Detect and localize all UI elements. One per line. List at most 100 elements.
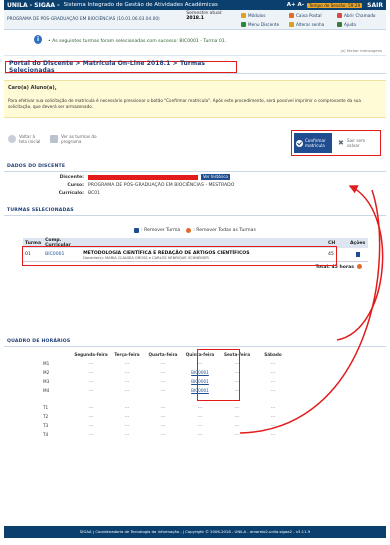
- quick-link-1[interactable]: Caixa Postal: [289, 11, 335, 20]
- schedule-header-row: Segunda-feira Terça-feira Quarta-feira Quin…: [43, 350, 291, 359]
- header-actions: Ações: [348, 238, 368, 248]
- schedule-hour: M3: [43, 379, 50, 384]
- trash-icon: [134, 228, 140, 233]
- schedule-empty-slot: ---: [234, 432, 240, 437]
- schedule-empty-slot: ---: [124, 388, 130, 393]
- view-program-label-2: programa: [61, 139, 82, 144]
- back-arrow-icon: [8, 135, 16, 143]
- schedule-day-header: Terça-feira: [114, 352, 140, 357]
- quick-link-label: Módulos: [248, 12, 266, 18]
- remove-legend: : Remover Turma : Remover Todas as Turma…: [4, 226, 386, 235]
- schedule-empty-slot: ---: [88, 379, 94, 384]
- schedule-empty-slot: ---: [124, 432, 130, 437]
- course-name: PROGRAMA DE PÓS-GRADUAÇÃO EM BIOCIÊNCIAS…: [7, 17, 160, 22]
- success-message: i • As seguintes turmas foram selecionad…: [4, 30, 386, 56]
- brand: UNILA - SIGAA -: [7, 1, 60, 9]
- schedule-empty-slot: ---: [270, 370, 276, 375]
- quick-link-icon: [289, 12, 294, 18]
- message-text: • As seguintes turmas foram selecionadas…: [48, 39, 227, 44]
- quick-link-icon: [337, 12, 342, 18]
- quick-link-0[interactable]: Módulos: [241, 11, 287, 20]
- back-home-label-2: tela inicial: [19, 139, 41, 144]
- trash-icon[interactable]: [356, 252, 360, 257]
- schedule-empty-slot: ---: [124, 423, 130, 428]
- remove-all-legend: : Remover Todas as Turmas: [186, 228, 256, 233]
- remove-all-icon: [186, 228, 192, 233]
- schedule-day-header: Sábado: [264, 352, 282, 357]
- action-bar: Voltar à tela inicial Ver as turmas do pro…: [4, 122, 386, 162]
- quick-link-label: Ajuda: [344, 21, 356, 27]
- schedule-row: M2 --- --- --- BIC0001 --- ---: [43, 368, 291, 377]
- section-title-student: Dados do Discente: [4, 162, 386, 172]
- schedule-empty-slot: ---: [88, 370, 94, 375]
- context-bar: PROGRAMA DE PÓS-GRADUAÇÃO EM BIOCIÊNCIAS…: [4, 10, 386, 30]
- cell-actions: [348, 248, 368, 262]
- exit-without-saving-button[interactable]: ✖ Sair sem salvar: [338, 133, 378, 153]
- schedule-empty-slot: ---: [270, 379, 276, 384]
- remove-all-icon[interactable]: [357, 263, 362, 269]
- view-program-classes-button[interactable]: Ver as turmas do programa: [50, 134, 97, 144]
- remove-all-label: : Remover Todas as Turmas: [193, 228, 256, 233]
- student-name-redacted: [88, 175, 198, 180]
- schedule-empty-slot: ---: [160, 423, 166, 428]
- highlight-box-thursday: [197, 349, 240, 401]
- confirm-enrollment-button[interactable]: Confirmar matrícula: [294, 133, 332, 153]
- view-history-button[interactable]: Ver histórico: [201, 174, 230, 180]
- confirm-label: Confirmar matrícula: [305, 138, 326, 148]
- schedule-header-hora: [43, 350, 73, 359]
- schedule-row: M3 --- --- --- BIC0001 --- ---: [43, 377, 291, 386]
- schedule-hour: M4: [43, 388, 50, 393]
- semester-value: 2018.1: [186, 15, 204, 21]
- section-title-schedule: Quadro de horários: [4, 337, 386, 347]
- schedule-empty-slot: ---: [270, 405, 276, 410]
- schedule-row: T1 --- --- --- --- --- ---: [43, 403, 291, 412]
- breadcrumb: Portal do Discente > Matrícula On-Line 2…: [5, 60, 237, 74]
- schedule-day-header: Segunda-feira: [74, 352, 108, 357]
- schedule-empty-slot: ---: [124, 405, 130, 410]
- close-icon: ✖: [338, 138, 344, 147]
- schedule-hour: T1: [43, 405, 49, 410]
- schedule-empty-slot: ---: [270, 388, 276, 393]
- view-program-label: Ver as turmas do programa: [61, 134, 97, 144]
- breadcrumb-row: Portal do Discente > Matrícula On-Line 2…: [4, 60, 386, 74]
- schedule-empty-slot: ---: [124, 379, 130, 384]
- back-home-button[interactable]: Voltar à tela inicial: [8, 134, 40, 144]
- schedule-row: T4 --- --- --- --- --- ---: [43, 430, 291, 439]
- schedule-empty-slot: ---: [270, 423, 276, 428]
- course-value: PROGRAMA DE PÓS-GRADUAÇÃO EM BIOCIÊNCIAS…: [88, 183, 235, 188]
- schedule-day-header: Quarta-feira: [148, 352, 178, 357]
- student-label: Discente:: [59, 175, 84, 180]
- curriculum-value: BC01: [88, 191, 101, 196]
- schedule-hour: M1: [43, 361, 50, 366]
- schedule-empty-slot: ---: [270, 361, 276, 366]
- back-home-label: Voltar à tela inicial: [19, 134, 40, 144]
- quick-link-label: Menu Discente: [248, 21, 280, 27]
- logout-link[interactable]: SAIR: [367, 2, 383, 9]
- info-icon: i: [34, 35, 42, 44]
- quick-link-5[interactable]: Ajuda: [337, 20, 383, 29]
- schedule-gap: [43, 395, 291, 403]
- schedule-row: T2 --- --- --- --- --- ---: [43, 412, 291, 421]
- system-name: Sistema Integrado de Gestão de Atividade…: [63, 2, 218, 8]
- quick-link-4[interactable]: Alterar senha: [289, 20, 335, 29]
- schedule-empty-slot: ---: [88, 432, 94, 437]
- session-timer: Tempo de Sessão: 59:29: [307, 2, 363, 8]
- section-title-classes: Turmas Selecionadas: [4, 206, 386, 216]
- footer: SIGAA | Coordenadoria de Tecnologia da I…: [4, 526, 386, 538]
- course-label: Curso:: [67, 183, 84, 188]
- list-icon: [50, 135, 58, 143]
- schedule-empty-slot: ---: [160, 361, 166, 366]
- quick-link-3[interactable]: Menu Discente: [241, 20, 287, 29]
- schedule-empty-slot: ---: [124, 361, 130, 366]
- top-bar-right: A+ A- Tempo de Sessão: 59:29 SAIR: [287, 2, 383, 9]
- quick-link-icon: [289, 21, 294, 27]
- schedule-empty-slot: ---: [88, 414, 94, 419]
- quick-link-2[interactable]: Abrir Chamado: [337, 11, 383, 20]
- schedule-empty-slot: ---: [88, 405, 94, 410]
- close-messages-link[interactable]: (x) fechar mensagens: [340, 48, 382, 53]
- schedule-empty-slot: ---: [197, 432, 203, 437]
- quick-link-icon: [241, 12, 246, 18]
- schedule-empty-slot: ---: [124, 370, 130, 375]
- schedule-hour: T3: [43, 423, 49, 428]
- font-size-adjust[interactable]: A+ A-: [287, 2, 304, 8]
